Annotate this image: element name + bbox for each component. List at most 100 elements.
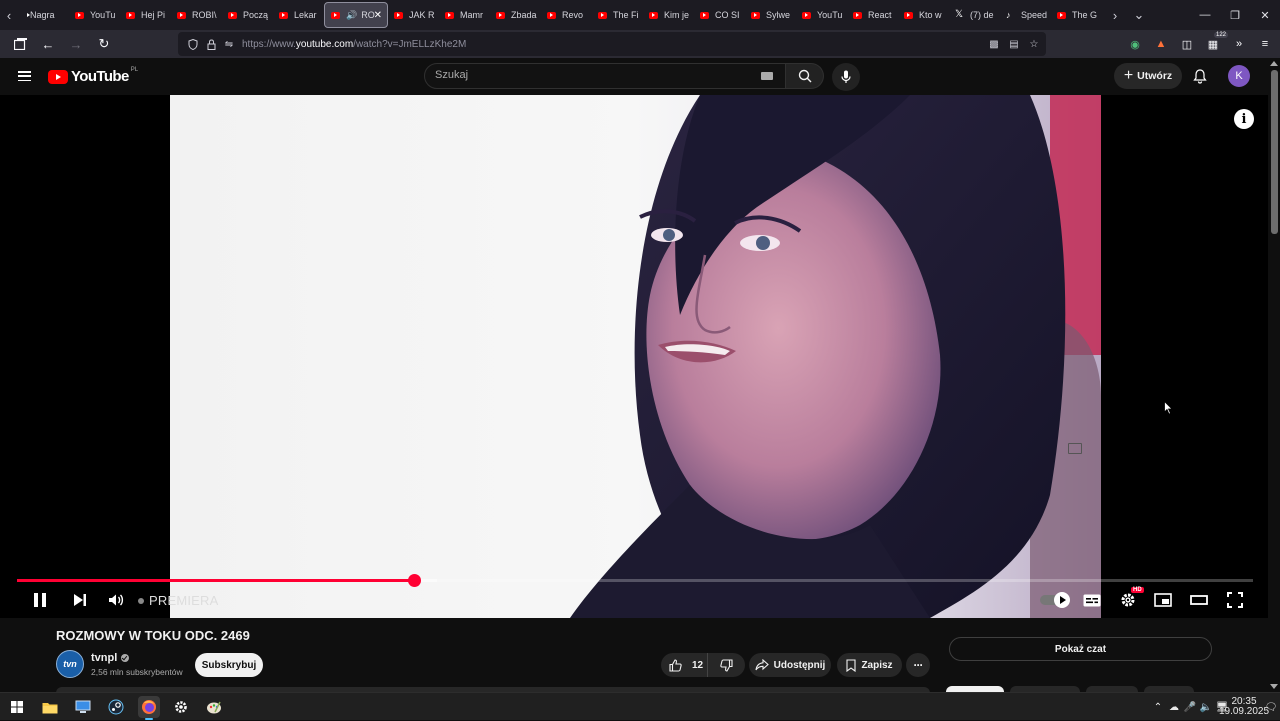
tabs-scroll-left-icon[interactable]: ‹	[0, 0, 18, 30]
windows-start-icon[interactable]	[6, 696, 28, 718]
restore-icon[interactable]: ❐	[1220, 0, 1250, 30]
overflow-chevron-icon[interactable]: »	[1230, 35, 1248, 53]
address-bar[interactable]: ⇋ https://www.youtube.com/watch?v=JmELLz…	[178, 32, 1046, 56]
reader-view-icon[interactable]: ▤	[1006, 36, 1022, 52]
progress-bar[interactable]	[17, 574, 1253, 587]
tab[interactable]: CO SI	[694, 2, 745, 28]
miniplayer-button[interactable]	[1148, 585, 1178, 615]
tab[interactable]: JAK R	[388, 2, 439, 28]
tray-overflow-icon[interactable]: ⌃	[1150, 702, 1166, 713]
tab-list-dropdown-icon[interactable]: ⌄	[1130, 0, 1148, 30]
extensions-puzzle-icon[interactable]: ◫	[1178, 35, 1196, 53]
autoplay-toggle[interactable]	[1040, 592, 1070, 608]
dislike-button[interactable]	[708, 653, 745, 677]
theater-mode-button[interactable]	[1184, 585, 1214, 615]
show-chat-button[interactable]: Pokaż czat	[949, 637, 1212, 661]
account-avatar[interactable]: K	[1228, 65, 1250, 87]
voice-search-button[interactable]	[832, 63, 860, 91]
search-input[interactable]	[435, 69, 735, 81]
sidebar-toggle-icon[interactable]	[8, 32, 32, 56]
adblock-extension-icon[interactable]: ▦ 122	[1204, 32, 1228, 53]
subtitles-button[interactable]	[1077, 585, 1107, 615]
guide-menu-icon[interactable]	[18, 71, 31, 81]
file-explorer-icon[interactable]	[39, 696, 61, 718]
tab[interactable]: The G	[1051, 2, 1102, 28]
keyboard-icon[interactable]	[761, 72, 773, 80]
forward-icon[interactable]: →	[64, 32, 88, 56]
next-button[interactable]	[65, 585, 95, 615]
tab[interactable]: Sylwe	[745, 2, 796, 28]
steam-icon[interactable]	[105, 696, 127, 718]
channel-avatar[interactable]: tvn	[56, 650, 84, 678]
scrollbar-thumb[interactable]	[1271, 70, 1278, 234]
youtube-logo[interactable]: YouTube PL	[48, 67, 138, 85]
tab[interactable]: YouTu	[796, 2, 847, 28]
reload-icon[interactable]: ↻	[92, 32, 116, 56]
tabs-scroll-right-icon[interactable]: ›	[1106, 0, 1124, 30]
tab[interactable]: Począ	[222, 2, 273, 28]
tab[interactable]: Mamr	[439, 2, 490, 28]
create-button[interactable]: + Utwórz	[1114, 63, 1182, 89]
tab[interactable]: Lekar	[273, 2, 324, 28]
tracking-shield-icon[interactable]	[184, 35, 202, 53]
share-button[interactable]: Udostępnij	[749, 653, 831, 677]
site-permissions-icon[interactable]: ⇋	[220, 35, 238, 53]
onedrive-icon[interactable]: ☁	[1166, 702, 1182, 713]
remote-desktop-icon[interactable]	[72, 696, 94, 718]
tab[interactable]: The Fi	[592, 2, 643, 28]
notifications-button[interactable]	[1190, 66, 1210, 86]
tab[interactable]: Kim je	[643, 2, 694, 28]
channel-name-text[interactable]: tvnpl	[91, 652, 117, 664]
paint-app-icon[interactable]	[203, 696, 225, 718]
channel-name[interactable]: tvnpl	[91, 652, 130, 664]
bookmark-star-icon[interactable]: ☆	[1026, 36, 1042, 52]
like-count: 12	[692, 659, 704, 671]
search-button[interactable]	[786, 63, 824, 89]
app-menu-icon[interactable]: ≡	[1256, 35, 1274, 53]
notifications-center-icon[interactable]: 🗨	[1262, 702, 1280, 713]
tab[interactable]: Kto w	[898, 2, 949, 28]
page-scrollbar[interactable]	[1268, 58, 1280, 692]
more-actions-button[interactable]: ···	[906, 653, 930, 677]
clock[interactable]: 20:35 19.09.2025	[1219, 697, 1269, 717]
vpn-extension-icon[interactable]: ◉	[1126, 35, 1144, 53]
tab[interactable]: 𝕏 (7) de	[949, 2, 1000, 28]
settings-taskbar-icon[interactable]	[170, 696, 192, 718]
tab[interactable]: ♪ Speed	[1000, 2, 1051, 28]
close-window-icon[interactable]: ✕	[1250, 0, 1280, 30]
tab[interactable]: Revo	[541, 2, 592, 28]
tab[interactable]: YouTu	[69, 2, 120, 28]
screenshot-icon[interactable]: ▩	[986, 36, 1002, 52]
tab[interactable]: Hej Pi	[120, 2, 171, 28]
tab[interactable]: React	[847, 2, 898, 28]
video-player[interactable]: i PREMIERA HD	[0, 95, 1268, 618]
tab-close-icon[interactable]: ✕	[374, 10, 382, 21]
microphone-tray-icon[interactable]: 🎤	[1182, 702, 1198, 713]
speaker-tray-icon[interactable]: 🔈	[1198, 702, 1214, 713]
tab[interactable]: Nagra	[18, 2, 69, 28]
settings-button[interactable]: HD	[1113, 585, 1144, 615]
subscribe-button[interactable]: Subskrybuj	[195, 653, 263, 677]
mute-button[interactable]	[101, 585, 131, 615]
url-text[interactable]: https://www.youtube.com/watch?v=JmELLzKh…	[242, 39, 466, 50]
pause-button[interactable]	[25, 585, 55, 615]
save-button[interactable]: Zapisz	[837, 653, 902, 677]
scroll-up-icon[interactable]	[1270, 61, 1278, 66]
tab-audio-icon[interactable]: 🔊	[346, 10, 357, 21]
back-icon[interactable]: ←	[36, 32, 60, 56]
info-icon[interactable]: i	[1234, 109, 1254, 129]
like-button[interactable]: 12	[661, 653, 708, 677]
premiere-label: PREMIERA	[149, 593, 219, 608]
lock-icon[interactable]	[202, 35, 220, 53]
fullscreen-button[interactable]	[1220, 585, 1250, 615]
tab-active[interactable]: 🔊 RO ✕	[324, 2, 388, 28]
video-frame[interactable]	[170, 95, 1101, 618]
premiere-indicator[interactable]: PREMIERA	[138, 593, 219, 608]
tab[interactable]: ROBI\	[171, 2, 222, 28]
scroll-down-icon[interactable]	[1270, 684, 1278, 689]
minimize-icon[interactable]: —	[1190, 0, 1220, 30]
firefox-account-icon[interactable]: ▲	[1152, 35, 1170, 53]
tab[interactable]: Zbada	[490, 2, 541, 28]
firefox-taskbar-icon[interactable]	[138, 696, 160, 720]
played-range	[17, 579, 414, 582]
